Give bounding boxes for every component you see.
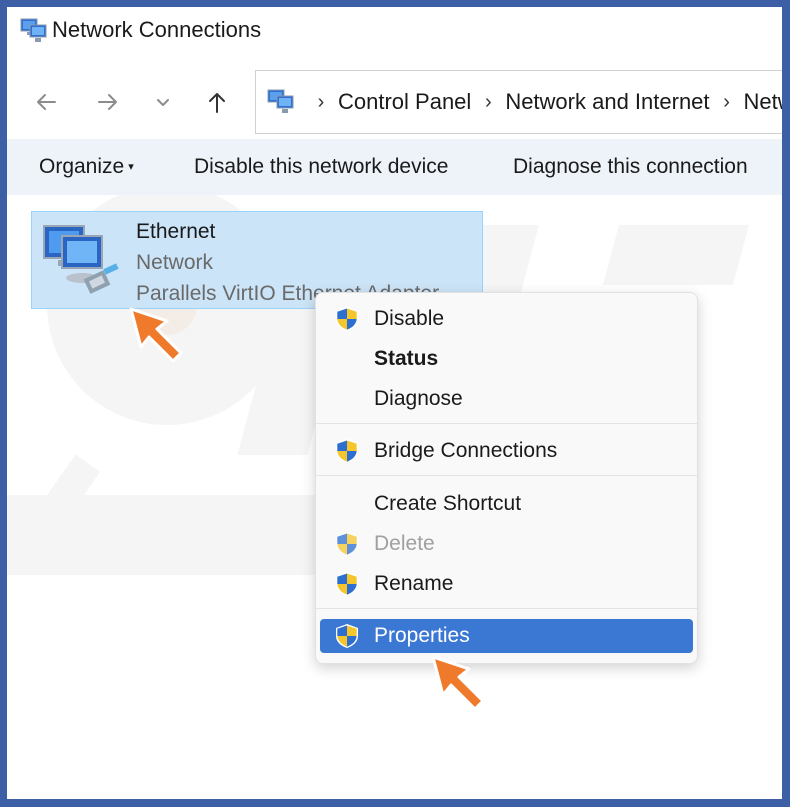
menu-item-diagnose[interactable]: Diagnose	[320, 382, 693, 416]
breadcrumb-separator: ›	[484, 90, 492, 113]
uac-shield-icon	[336, 307, 358, 331]
network-folder-icon	[267, 89, 294, 113]
menu-item-label: Status	[374, 347, 439, 370]
menu-separator	[316, 475, 697, 476]
breadcrumb-separator: ›	[723, 90, 730, 113]
menu-item-label: Rename	[374, 572, 454, 595]
menu-item-disable[interactable]: Disable	[320, 302, 693, 336]
pointer-arrow-icon	[129, 307, 183, 363]
menu-item-bridge-connections[interactable]: Bridge Connections	[320, 434, 693, 468]
breadcrumb-separator: ›	[317, 90, 325, 113]
menu-item-properties[interactable]: Properties	[320, 619, 693, 653]
menu-item-label: Diagnose	[374, 387, 463, 410]
menu-item-create-shortcut[interactable]: Create Shortcut	[320, 487, 693, 521]
title-bar: Network Connections	[7, 7, 782, 57]
navigation-bar: › Control Panel › Network and Internet ›…	[7, 57, 782, 139]
up-arrow-icon[interactable]	[202, 87, 232, 117]
uac-shield-icon	[336, 532, 358, 556]
menu-item-label: Properties	[374, 624, 470, 647]
network-connections-icon	[20, 18, 47, 42]
pointer-arrow-icon	[431, 655, 485, 711]
disable-device-button[interactable]: Disable this network device	[194, 139, 448, 195]
organize-label: Organize	[39, 155, 125, 178]
uac-shield-icon	[336, 572, 358, 596]
uac-shield-icon	[336, 624, 358, 648]
menu-item-rename[interactable]: Rename	[320, 567, 693, 601]
network-connections-window: Network Connections › Control Panel › Ne…	[7, 7, 782, 799]
window-title: Network Connections	[52, 17, 262, 42]
menu-item-label: Create Shortcut	[374, 492, 522, 515]
command-bar: Organize ▾ Disable this network device Di…	[7, 139, 782, 195]
caret-down-icon: ▾	[128, 161, 134, 174]
diagnose-connection-button[interactable]: Diagnose this connection	[513, 139, 748, 195]
context-menu: Disable Status Diagnose Bridge Connectio…	[315, 292, 698, 664]
connection-type: Network	[136, 251, 214, 274]
address-bar[interactable]: › Control Panel › Network and Internet ›…	[255, 70, 782, 134]
breadcrumb-network-and-internet[interactable]: Network and Internet	[505, 89, 709, 115]
menu-item-label: Disable	[374, 307, 445, 330]
ethernet-adapter-icon	[43, 225, 119, 294]
back-arrow-icon[interactable]	[31, 87, 61, 117]
recent-locations-chevron-icon[interactable]	[148, 87, 178, 117]
breadcrumb: › Control Panel › Network and Internet ›…	[304, 71, 782, 133]
menu-item-status[interactable]: Status	[320, 342, 693, 376]
menu-separator	[316, 423, 697, 424]
menu-item-label: Bridge Connections	[374, 439, 558, 462]
menu-item-label: Delete	[374, 532, 435, 555]
uac-shield-icon	[336, 439, 358, 463]
breadcrumb-network-connections[interactable]: Network Connections	[744, 89, 782, 115]
menu-separator	[316, 608, 697, 609]
breadcrumb-control-panel[interactable]: Control Panel	[338, 89, 471, 115]
file-list-area[interactable]: Ethernet Network Parallels VirtIO Ethern…	[7, 195, 782, 799]
menu-item-delete: Delete	[320, 527, 693, 561]
forward-arrow-icon[interactable]	[93, 87, 123, 117]
organize-button[interactable]: Organize ▾	[39, 139, 134, 195]
connection-name: Ethernet	[136, 220, 216, 243]
